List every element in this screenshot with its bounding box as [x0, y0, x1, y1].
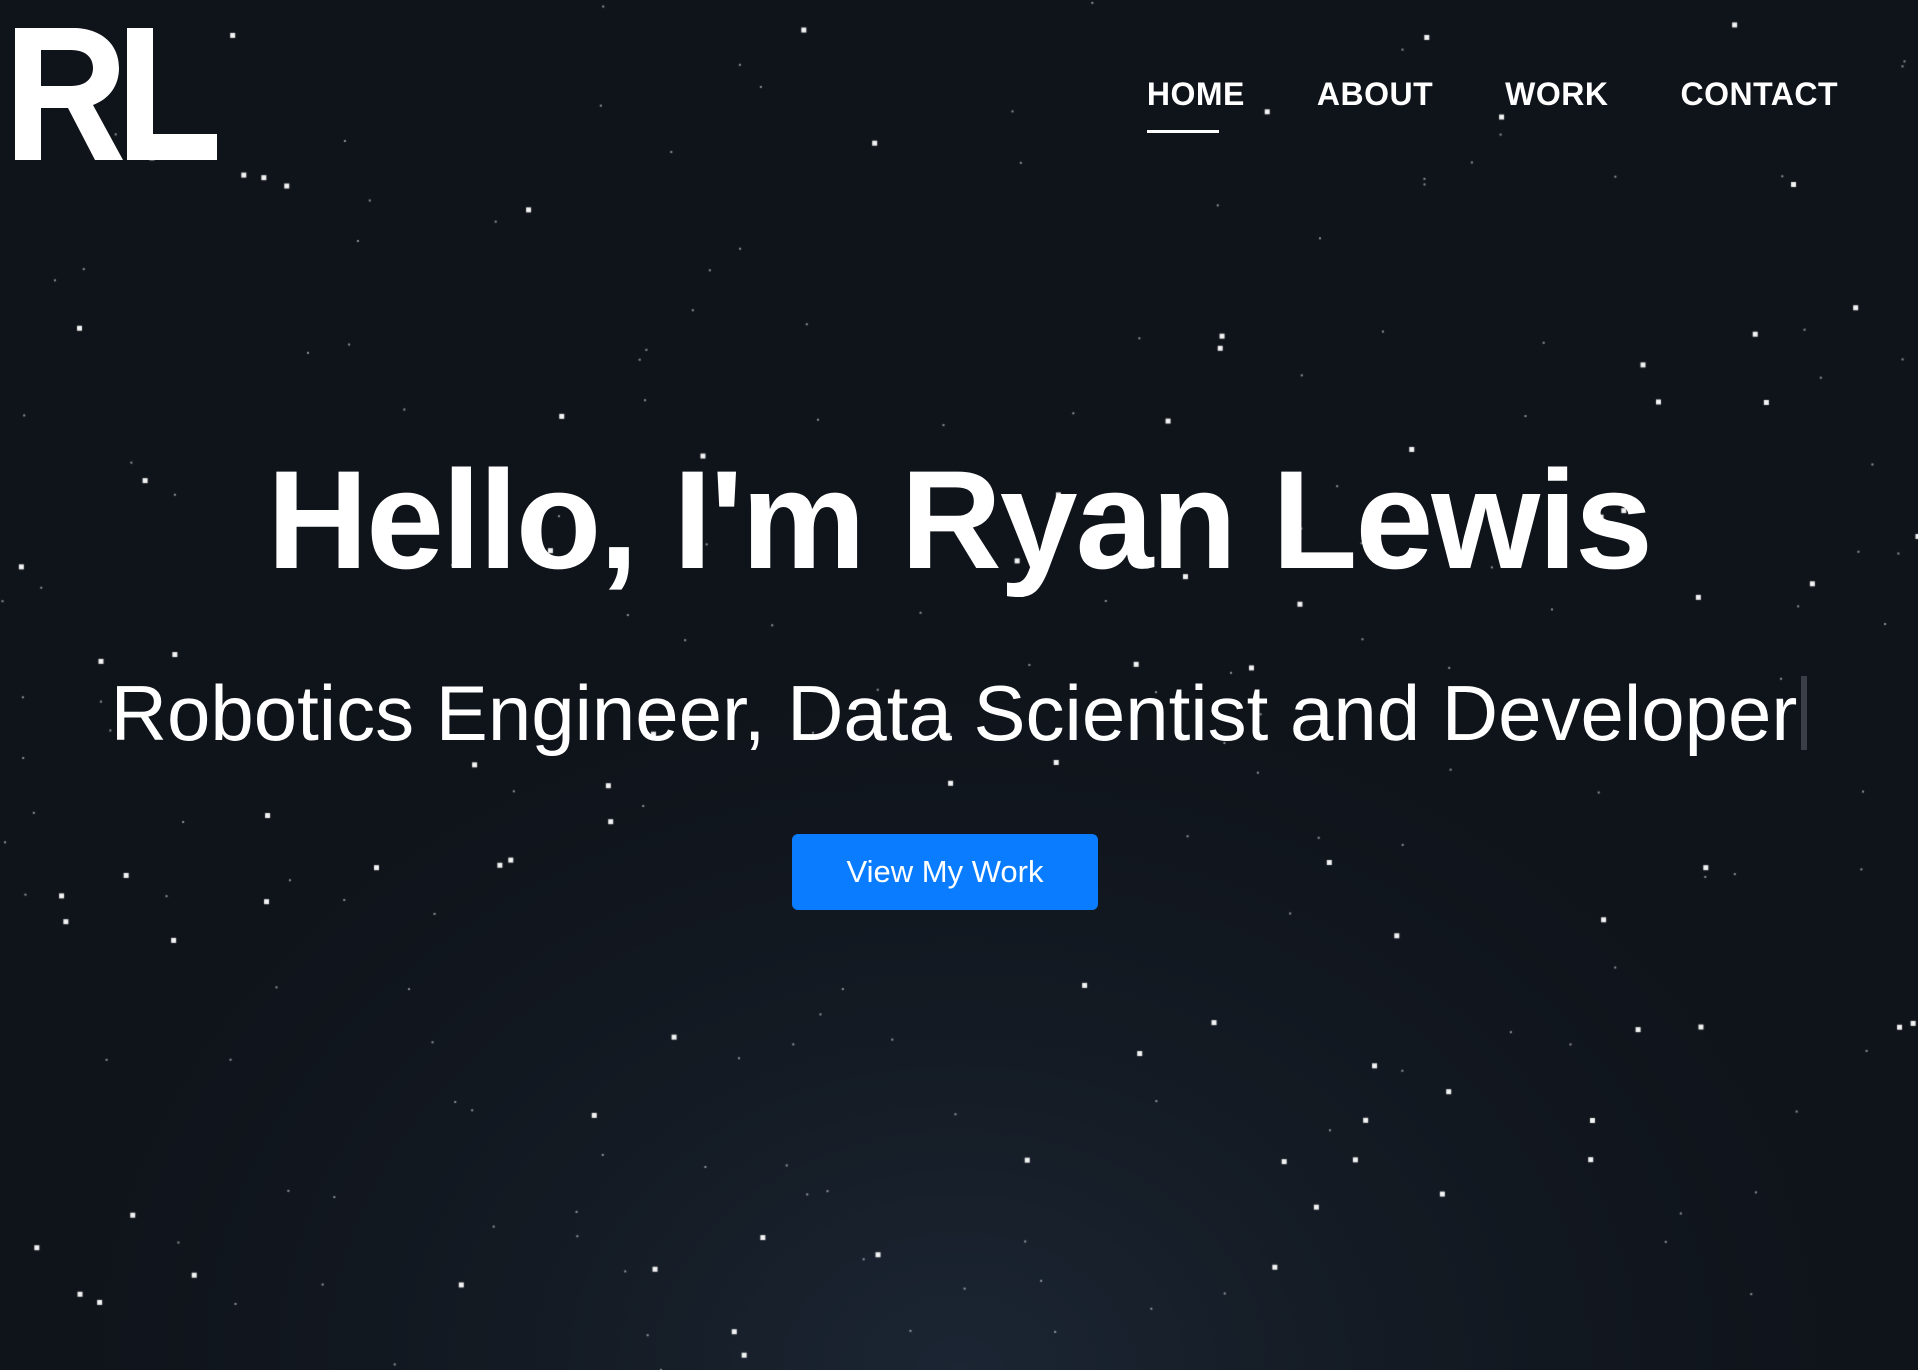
hero-title: Hello, I'm Ryan Lewis — [267, 441, 1653, 598]
main-nav: HOME ABOUT WORK CONTACT — [1146, 76, 1838, 133]
nav-item-about[interactable]: ABOUT — [1317, 76, 1433, 133]
hero-subtitle-container: Robotics Engineer, Data Scientist and De… — [0, 668, 1918, 758]
view-my-work-button[interactable]: View My Work — [792, 834, 1098, 910]
nav-item-home[interactable]: HOME — [1146, 76, 1245, 133]
nav-item-contact[interactable]: CONTACT — [1680, 76, 1838, 133]
hero-subtitle: Robotics Engineer, Data Scientist and De… — [110, 669, 1798, 757]
nav-item-work[interactable]: WORK — [1505, 76, 1608, 133]
typing-cursor — [1801, 676, 1808, 750]
rl-logo[interactable] — [15, 28, 217, 163]
